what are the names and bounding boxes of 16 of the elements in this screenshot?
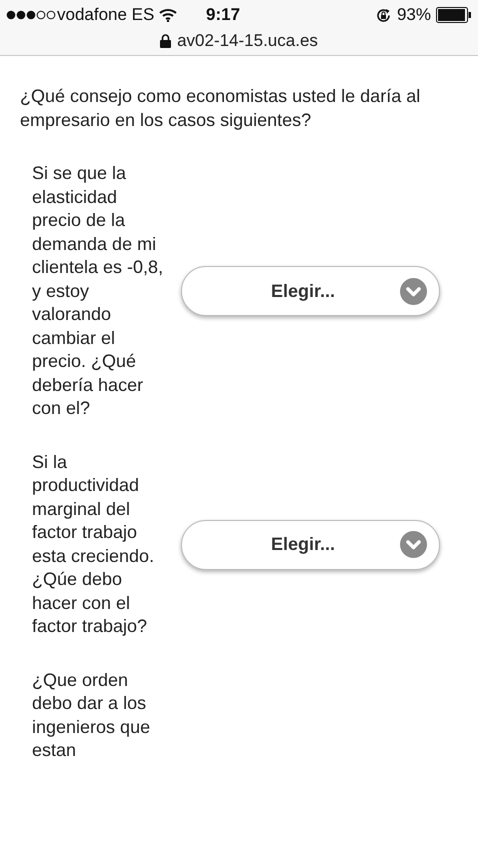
clock-time: 9:17	[206, 5, 240, 25]
question-text: Si se que la elasticidad precio de la demanda de mi clientela es -0,8, y estoy valorando cambiar el precio. ¿Qué debería hacer con el?	[32, 162, 164, 420]
carrier-name: vodafone ES	[57, 5, 154, 25]
battery-icon	[436, 7, 472, 23]
battery-percent: 93%	[396, 5, 431, 25]
chevron-down-icon	[400, 531, 427, 558]
choice-dropdown[interactable]: Elegir...	[181, 520, 440, 570]
chevron-down-icon	[400, 278, 427, 305]
question-text: Si la productividad marginal del factor trabajo esta creciendo. ¿Qúe debo hacer con el factor trabajo?	[32, 450, 156, 638]
rotation-lock-icon	[374, 6, 392, 24]
lock-icon	[160, 34, 172, 48]
choice-dropdown[interactable]: Elegir...	[181, 266, 440, 316]
question-text: ¿Que orden debo dar a los ingenieros que estan	[32, 668, 152, 762]
wifi-icon	[159, 8, 178, 22]
instructions-text: ¿Qué consejo como economistas usted le daría al empresario en los casos siguientes?	[20, 85, 422, 132]
page-address[interactable]: av02-14-15.uca.es	[177, 31, 318, 51]
